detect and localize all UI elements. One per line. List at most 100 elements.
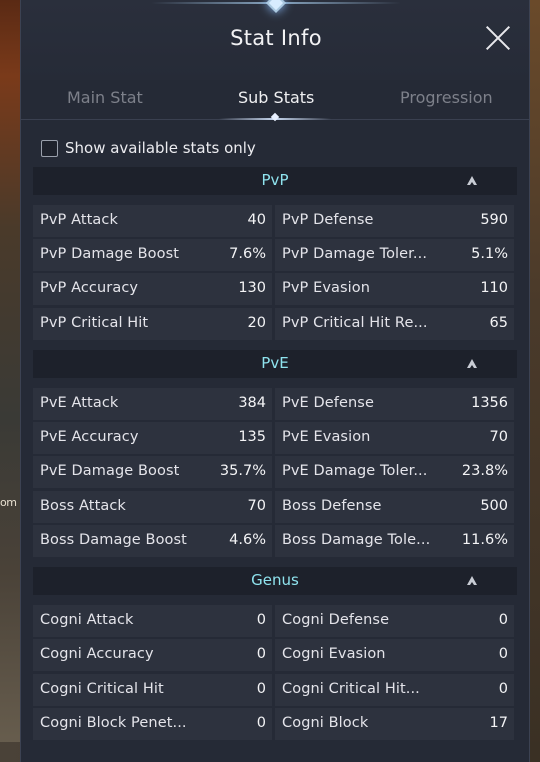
stat-value: 384: [238, 395, 266, 411]
stat-value: 0: [498, 681, 508, 697]
stat-cell: PvP Critical Hit Re... 65: [275, 308, 514, 340]
diamond-ornament-icon: [266, 0, 286, 13]
stat-name: PvP Accuracy: [40, 280, 139, 296]
stat-name: Cogni Evasion: [282, 646, 386, 662]
panel-header: Stat Info: [21, 0, 529, 80]
section-title: PvE: [261, 354, 289, 372]
close-icon[interactable]: [484, 24, 512, 52]
stat-value: 5.1%: [471, 246, 508, 262]
stat-value: 590: [480, 212, 508, 228]
stat-value: 135: [238, 429, 266, 445]
stat-cell: PvE Attack 384: [33, 388, 272, 420]
stat-name: PvP Critical Hit Re...: [282, 315, 428, 331]
stat-cell: Boss Damage Boost 4.6%: [33, 525, 272, 557]
stat-cell: Cogni Accuracy 0: [33, 639, 272, 671]
stat-cell: PvE Accuracy 135: [33, 422, 272, 454]
stat-name: Boss Attack: [40, 498, 126, 514]
stat-value: 110: [480, 280, 508, 296]
stat-cell: Cogni Block Penet... 0: [33, 708, 272, 740]
stat-cell: PvP Defense 590: [275, 205, 514, 237]
show-available-label: Show available stats only: [65, 139, 256, 157]
stat-value: 1356: [471, 395, 508, 411]
stat-value: 0: [256, 715, 266, 731]
stat-cell: PvP Damage Toler... 5.1%: [275, 239, 514, 271]
stat-value: 11.6%: [461, 532, 508, 548]
show-available-checkbox[interactable]: [41, 139, 58, 157]
stat-name: Boss Damage Boost: [40, 532, 187, 548]
stat-cell: PvP Damage Boost 7.6%: [33, 239, 272, 271]
tab-sub-stats[interactable]: Sub Stats: [238, 88, 314, 107]
section-title: Genus: [251, 571, 299, 589]
section-header-pvp[interactable]: PvP: [33, 167, 517, 195]
stat-value: 17: [489, 715, 508, 731]
stat-name: Boss Defense: [282, 498, 382, 514]
stat-cell: PvP Attack 40: [33, 205, 272, 237]
stat-value: 40: [247, 212, 266, 228]
stat-cell: Boss Defense 500: [275, 491, 514, 523]
stat-name: Cogni Defense: [282, 612, 390, 628]
stat-name: Cogni Attack: [40, 612, 134, 628]
panel-title: Stat Info: [230, 26, 322, 50]
stat-value: 0: [256, 612, 266, 628]
collapse-caret-icon[interactable]: [466, 359, 478, 369]
stat-value: 0: [498, 646, 508, 662]
stat-cell: Cogni Attack 0: [33, 605, 272, 637]
stat-cell: Cogni Critical Hit 0: [33, 674, 272, 706]
stat-name: PvP Damage Toler...: [282, 246, 428, 262]
section-header-genus[interactable]: Genus: [33, 567, 517, 595]
stat-name: PvP Critical Hit: [40, 315, 149, 331]
tab-bar: Main Stat Sub Stats Progression: [21, 80, 529, 122]
stat-name: PvE Damage Boost: [40, 463, 180, 479]
stat-value: 70: [247, 498, 266, 514]
stat-value: 7.6%: [229, 246, 266, 262]
stat-name: Cogni Critical Hit...: [282, 681, 420, 697]
stat-name: PvP Defense: [282, 212, 374, 228]
stat-value: 0: [498, 612, 508, 628]
collapse-caret-icon[interactable]: [466, 576, 478, 586]
stat-name: PvE Evasion: [282, 429, 371, 445]
stat-cell: PvE Defense 1356: [275, 388, 514, 420]
stat-info-panel: Stat Info Main Stat Sub Stats Progressio…: [20, 0, 530, 762]
section-title: PvP: [261, 171, 289, 189]
stat-value: 130: [238, 280, 266, 296]
collapse-caret-icon[interactable]: [466, 176, 478, 186]
stat-value: 0: [256, 681, 266, 697]
stat-value: 4.6%: [229, 532, 266, 548]
background-edge-text: om: [0, 496, 17, 509]
stat-value: 35.7%: [219, 463, 266, 479]
stat-name: Cogni Accuracy: [40, 646, 154, 662]
stat-name: Boss Damage Tole...: [282, 532, 431, 548]
stat-cell: Cogni Critical Hit... 0: [275, 674, 514, 706]
stat-cell: PvP Evasion 110: [275, 273, 514, 305]
stat-cell: PvE Evasion 70: [275, 422, 514, 454]
stat-cell: PvE Damage Toler... 23.8%: [275, 456, 514, 488]
stat-name: PvP Attack: [40, 212, 118, 228]
stat-cell: Cogni Defense 0: [275, 605, 514, 637]
stat-name: PvE Accuracy: [40, 429, 139, 445]
stat-value: 70: [489, 429, 508, 445]
show-available-filter[interactable]: Show available stats only: [41, 138, 256, 158]
stat-value: 0: [256, 646, 266, 662]
stat-cell: Cogni Evasion 0: [275, 639, 514, 671]
stat-name: PvE Defense: [282, 395, 374, 411]
stat-cell: Cogni Block 17: [275, 708, 514, 740]
stat-value: 500: [480, 498, 508, 514]
stat-value: 65: [489, 315, 508, 331]
stat-cell: PvP Accuracy 130: [33, 273, 272, 305]
stat-cell: Boss Damage Tole... 11.6%: [275, 525, 514, 557]
stat-name: PvP Damage Boost: [40, 246, 180, 262]
stat-name: Cogni Block: [282, 715, 369, 731]
stat-cell: Boss Attack 70: [33, 491, 272, 523]
stat-cell: PvE Damage Boost 35.7%: [33, 456, 272, 488]
stat-value: 23.8%: [461, 463, 508, 479]
section-header-pve[interactable]: PvE: [33, 350, 517, 378]
stat-name: PvE Damage Toler...: [282, 463, 428, 479]
stat-value: 20: [247, 315, 266, 331]
tab-progression[interactable]: Progression: [400, 88, 493, 107]
tab-main-stat[interactable]: Main Stat: [67, 88, 143, 107]
stat-name: PvP Evasion: [282, 280, 371, 296]
stat-name: Cogni Critical Hit: [40, 681, 164, 697]
stat-name: Cogni Block Penet...: [40, 715, 187, 731]
stat-name: PvE Attack: [40, 395, 119, 411]
stat-cell: PvP Critical Hit 20: [33, 308, 272, 340]
